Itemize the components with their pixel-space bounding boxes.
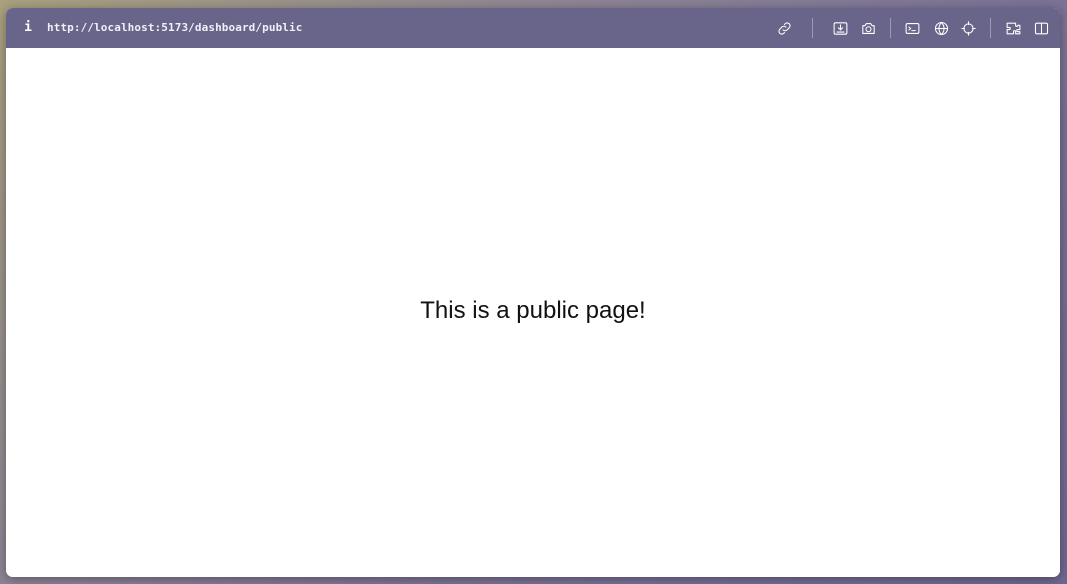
extensions-icon[interactable]: [1003, 18, 1023, 38]
crosshair-icon[interactable]: [958, 18, 978, 38]
terminal-icon[interactable]: [902, 18, 922, 38]
toolbar-divider: [990, 18, 991, 38]
globe-icon[interactable]: [931, 18, 951, 38]
page-content: This is a public page!: [6, 48, 1060, 577]
install-icon[interactable]: [830, 18, 850, 38]
split-view-icon[interactable]: [1031, 18, 1051, 38]
browser-window: i http://localhost:5173/dashboard/public: [6, 8, 1060, 577]
link-icon[interactable]: [774, 18, 794, 38]
screenshot-icon[interactable]: [858, 18, 878, 38]
toolbar-divider: [890, 18, 891, 38]
site-info-icon[interactable]: i: [20, 19, 36, 37]
address-bar[interactable]: http://localhost:5173/dashboard/public: [47, 20, 302, 36]
browser-toolbar: i http://localhost:5173/dashboard/public: [6, 8, 1060, 48]
public-page-message: This is a public page!: [420, 297, 646, 324]
toolbar-divider: [812, 18, 813, 38]
